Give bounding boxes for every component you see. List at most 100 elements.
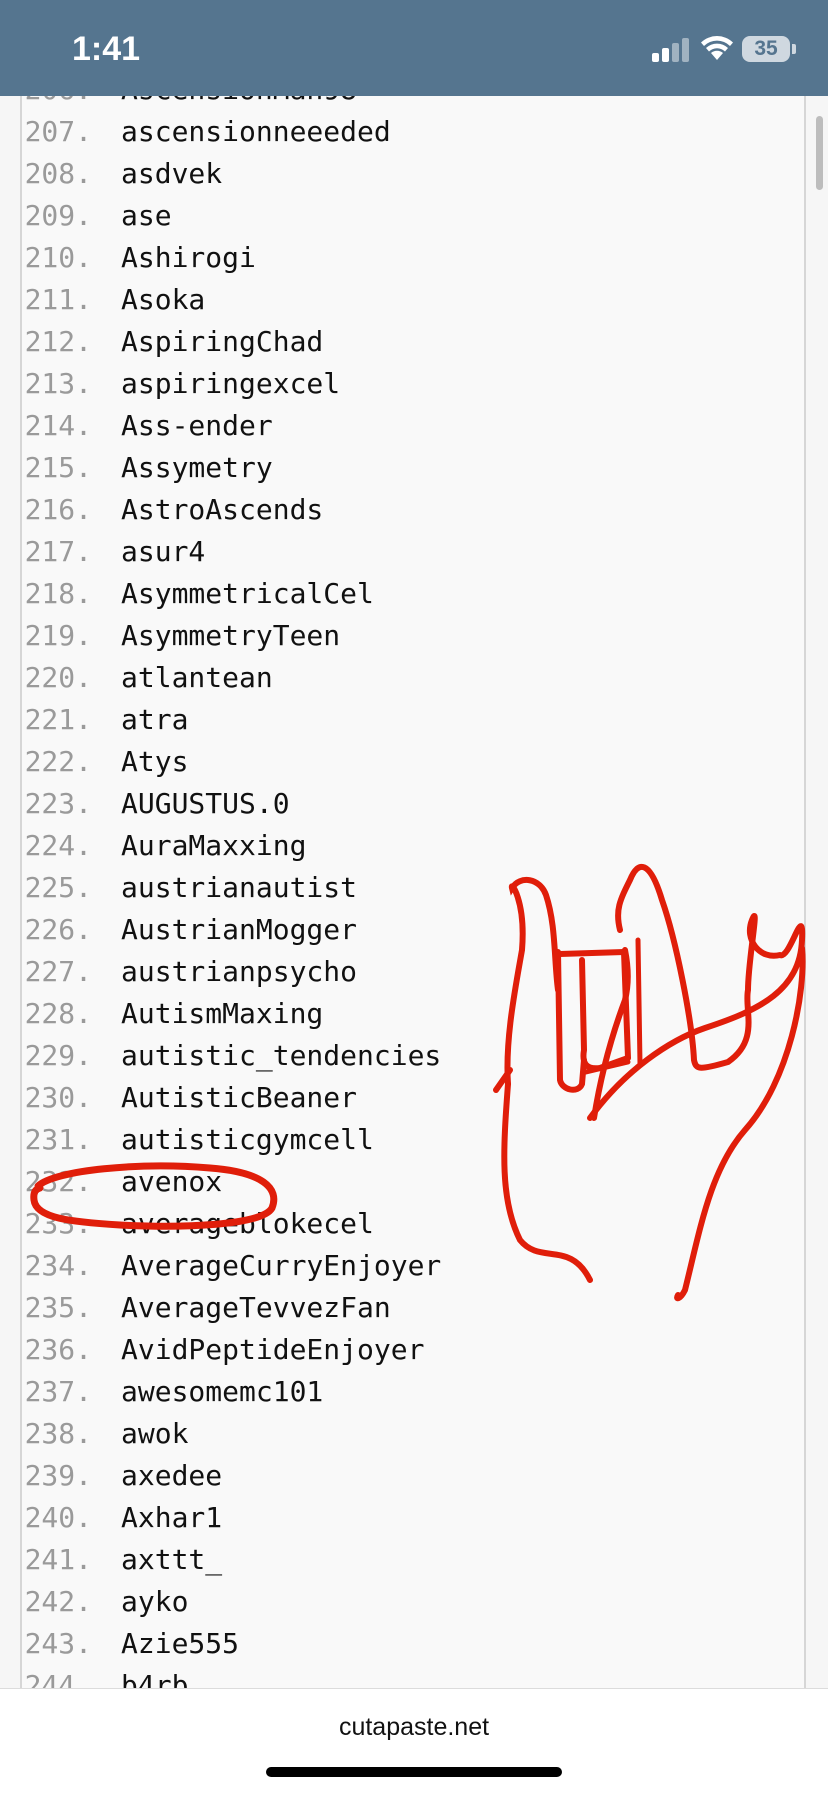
line-number: 224. bbox=[24, 829, 92, 862]
username-text: AutisticBeaner bbox=[121, 1081, 358, 1114]
line-number: 225. bbox=[24, 871, 92, 904]
line-number: 207. bbox=[24, 115, 92, 148]
list-item: 219. AsymmetryTeen bbox=[0, 615, 828, 657]
list-item: 232. avenox bbox=[0, 1161, 828, 1203]
line-number: 244. bbox=[24, 1669, 92, 1688]
username-text: AUGUSTUS.0 bbox=[121, 787, 290, 820]
line-number: 239. bbox=[24, 1459, 92, 1492]
line-number: 210. bbox=[24, 241, 92, 274]
list-item: 231. autisticgymcell bbox=[0, 1119, 828, 1161]
list-item: 211. Asoka bbox=[0, 279, 828, 321]
username-text: ascensionneeeded bbox=[121, 115, 391, 148]
username-text: AutismMaxing bbox=[121, 997, 324, 1030]
list-item: 215. Assymetry bbox=[0, 447, 828, 489]
line-number: 209. bbox=[24, 199, 92, 232]
browser-url-bar[interactable]: cutapaste.net bbox=[0, 1688, 828, 1793]
list-item: 227. austrianpsycho bbox=[0, 951, 828, 993]
list-item: 216. AstroAscends bbox=[0, 489, 828, 531]
line-number: 235. bbox=[24, 1291, 92, 1324]
username-text: AverageTevvezFan bbox=[121, 1291, 391, 1324]
list-item: 209. ase bbox=[0, 195, 828, 237]
line-number: 221. bbox=[24, 703, 92, 736]
status-bar: 1:41 35 bbox=[0, 0, 828, 96]
username-text: axedee bbox=[121, 1459, 223, 1492]
line-number: 237. bbox=[24, 1375, 92, 1408]
list-item: 229. autistic_tendencies bbox=[0, 1035, 828, 1077]
line-number: 212. bbox=[24, 325, 92, 358]
username-list: 206.AscensionMan98207.ascensionneeeded20… bbox=[0, 96, 828, 1688]
list-item: 235. AverageTevvezFan bbox=[0, 1287, 828, 1329]
list-item: 242. ayko bbox=[0, 1581, 828, 1623]
line-number: 215. bbox=[24, 451, 92, 484]
username-text: averageblokecel bbox=[121, 1207, 374, 1240]
username-text: AscensionMan98 bbox=[121, 96, 357, 111]
battery-icon: 35 bbox=[742, 36, 790, 62]
username-text: AuraMaxxing bbox=[121, 829, 307, 862]
list-item: 225. austrianautist bbox=[0, 867, 828, 909]
line-number: 243. bbox=[24, 1627, 92, 1660]
username-text: atra bbox=[121, 703, 189, 736]
username-text: Assymetry bbox=[121, 451, 273, 484]
username-text: autistic_tendencies bbox=[121, 1039, 442, 1072]
list-item: 238. awok bbox=[0, 1413, 828, 1455]
scrollbar[interactable] bbox=[816, 116, 823, 190]
username-text: Azie555 bbox=[121, 1627, 240, 1660]
line-number: 241. bbox=[24, 1543, 92, 1576]
line-number: 226. bbox=[24, 913, 92, 946]
username-text: asur4 bbox=[121, 535, 206, 568]
line-number: 220. bbox=[24, 661, 92, 694]
line-number: 236. bbox=[24, 1333, 92, 1366]
line-number: 208. bbox=[24, 157, 92, 190]
list-item: 221. atra bbox=[0, 699, 828, 741]
list-item: 233. averageblokecel bbox=[0, 1203, 828, 1245]
line-number: 214. bbox=[24, 409, 92, 442]
line-number: 227. bbox=[24, 955, 92, 988]
list-item: 217. asur4 bbox=[0, 531, 828, 573]
line-number: 213. bbox=[24, 367, 92, 400]
list-item: 243. Azie555 bbox=[0, 1623, 828, 1665]
list-item: 230. AutisticBeaner bbox=[0, 1077, 828, 1119]
list-item: 226. AustrianMogger bbox=[0, 909, 828, 951]
username-text: austrianpsycho bbox=[121, 955, 358, 988]
username-text: AustrianMogger bbox=[121, 913, 358, 946]
line-number: 222. bbox=[24, 745, 92, 778]
home-indicator[interactable] bbox=[266, 1767, 562, 1777]
username-text: b4rb bbox=[121, 1669, 189, 1688]
list-item: 218. AsymmetricalCel bbox=[0, 573, 828, 615]
line-number: 216. bbox=[24, 493, 92, 526]
list-item: 213. aspiringexcel bbox=[0, 363, 828, 405]
username-text: AspiringChad bbox=[121, 325, 324, 358]
username-text: Ashirogi bbox=[121, 241, 256, 274]
list-item: 208. asdvek bbox=[0, 153, 828, 195]
line-number: 211. bbox=[24, 283, 92, 316]
list-item: 210. Ashirogi bbox=[0, 237, 828, 279]
username-text: ase bbox=[121, 199, 172, 232]
username-text: atlantean bbox=[121, 661, 273, 694]
list-item: 241. axttt_ bbox=[0, 1539, 828, 1581]
line-number: 233. bbox=[24, 1207, 92, 1240]
list-item: 224. AuraMaxxing bbox=[0, 825, 828, 867]
username-text: AverageCurryEnjoyer bbox=[121, 1249, 442, 1282]
url-domain[interactable]: cutapaste.net bbox=[0, 1713, 828, 1742]
username-text: asdvek bbox=[121, 157, 223, 190]
cellular-signal-icon bbox=[652, 38, 692, 62]
battery-cap bbox=[792, 44, 796, 54]
line-number: 229. bbox=[24, 1039, 92, 1072]
username-text: autisticgymcell bbox=[121, 1123, 374, 1156]
list-item: 207. ascensionneeeded bbox=[0, 111, 828, 153]
list-item: 222. Atys bbox=[0, 741, 828, 783]
line-number: 230. bbox=[24, 1081, 92, 1114]
username-text: Asoka bbox=[121, 283, 206, 316]
page-content[interactable]: 206.AscensionMan98207.ascensionneeeded20… bbox=[0, 96, 828, 1688]
list-item: 236. AvidPeptideEnjoyer bbox=[0, 1329, 828, 1371]
status-time: 1:41 bbox=[72, 30, 141, 68]
list-item: 223. AUGUSTUS.0 bbox=[0, 783, 828, 825]
list-item: 228. AutismMaxing bbox=[0, 993, 828, 1035]
list-item: 234. AverageCurryEnjoyer bbox=[0, 1245, 828, 1287]
line-number: 234. bbox=[24, 1249, 92, 1282]
list-item: 220. atlantean bbox=[0, 657, 828, 699]
wifi-icon bbox=[701, 36, 733, 60]
username-text: avenox bbox=[121, 1165, 223, 1198]
list-item: 239. axedee bbox=[0, 1455, 828, 1497]
username-text: AsymmetryTeen bbox=[121, 619, 341, 652]
